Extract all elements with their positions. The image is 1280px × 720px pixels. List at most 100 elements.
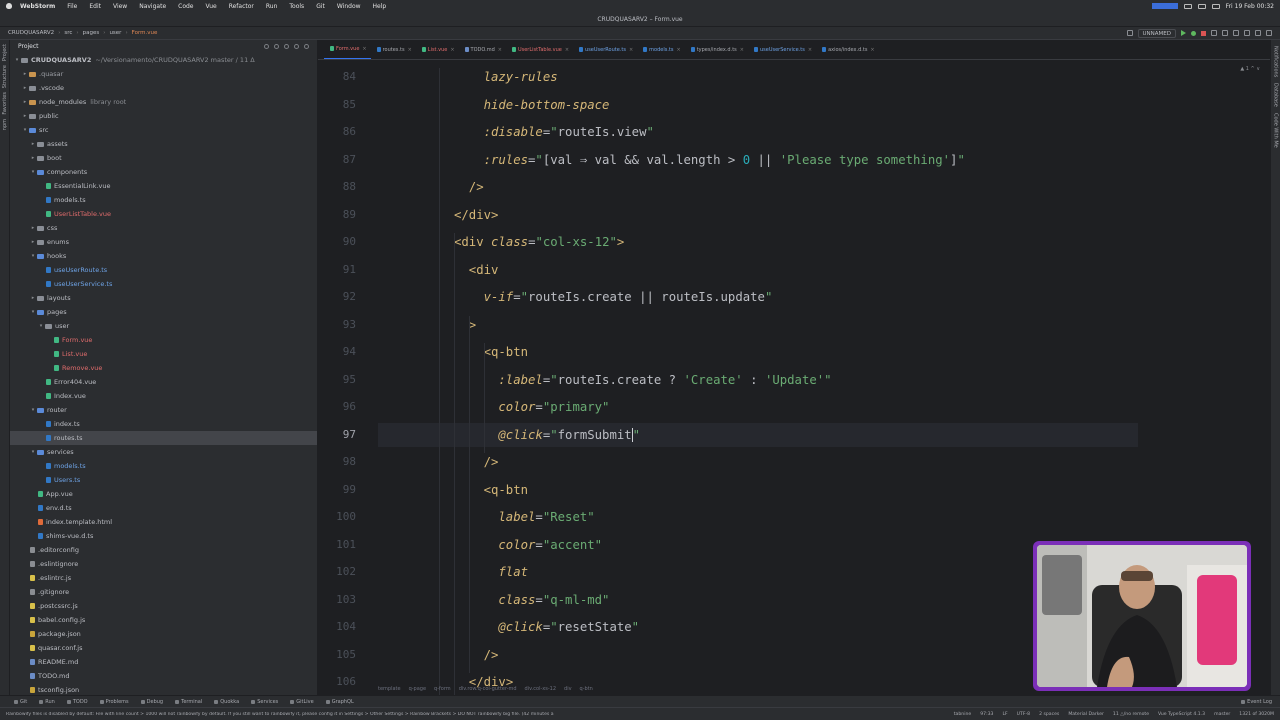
close-icon[interactable]: × <box>808 47 812 53</box>
editor-tab[interactable]: routes.ts × <box>371 40 416 59</box>
menu-edit[interactable]: Edit <box>89 3 101 10</box>
nav-crumb[interactable]: pages <box>83 30 100 36</box>
tree-file[interactable]: .postcssrc.js <box>10 599 317 613</box>
hide-panel-icon[interactable] <box>304 44 309 49</box>
code-line[interactable]: label="Reset" <box>498 508 594 526</box>
tree-file[interactable]: UserListTable.vue <box>10 207 317 221</box>
right-tool-tab[interactable]: Notifications <box>1273 46 1279 77</box>
left-tool-tab[interactable]: npm <box>2 119 8 130</box>
expand-all-icon[interactable] <box>274 44 279 49</box>
tree-file[interactable]: env.d.ts <box>10 501 317 515</box>
tree-folder[interactable]: ▾ services <box>10 445 317 459</box>
editor-breadcrumb-item[interactable]: q-page <box>409 686 426 692</box>
event-log-button[interactable]: Event Log <box>1241 699 1280 705</box>
collapse-all-icon[interactable] <box>284 44 289 49</box>
menu-navigate[interactable]: Navigate <box>139 3 166 10</box>
chevron-down-icon[interactable]: ▾ <box>30 165 36 179</box>
code-line[interactable]: <div <box>469 261 499 279</box>
tool-window-quokka[interactable]: Quokka <box>214 699 239 705</box>
code-line[interactable]: :rules="[val ⇒ val && val.length > 0 || … <box>484 151 965 169</box>
editor-tab[interactable]: useUserService.ts × <box>748 40 816 59</box>
chevron-right-icon[interactable]: ▸ <box>30 151 36 165</box>
wifi-icon[interactable] <box>1197 3 1206 9</box>
menu-window[interactable]: Window <box>337 3 361 10</box>
editor-tab[interactable]: models.ts × <box>637 40 685 59</box>
build-icon[interactable] <box>1126 30 1133 36</box>
code-line[interactable]: flat <box>498 563 528 581</box>
right-tool-tab[interactable]: Code With Me <box>1273 113 1279 148</box>
run-icon[interactable] <box>1181 30 1186 36</box>
search-everywhere-icon[interactable] <box>1255 30 1261 36</box>
tool-window-todo[interactable]: TODO <box>66 699 88 705</box>
tree-file[interactable]: TODO.md <box>10 669 317 683</box>
close-icon[interactable]: × <box>498 47 502 53</box>
code-line[interactable]: > <box>469 316 476 334</box>
close-icon[interactable]: × <box>677 47 681 53</box>
editor-breadcrumb-item[interactable]: q-btn <box>580 686 593 692</box>
editor-tab[interactable]: List.vue × <box>416 40 459 59</box>
menu-vue[interactable]: Vue <box>206 3 217 10</box>
tool-window-gitlive[interactable]: GitLive <box>290 699 314 705</box>
status-message[interactable]: Rainbowify files is disabled by default:… <box>6 712 554 717</box>
code-line[interactable]: :label="routeIs.create ? 'Create' : 'Upd… <box>498 371 831 389</box>
settings-icon[interactable] <box>1266 30 1272 36</box>
control-center-icon[interactable] <box>1211 3 1220 9</box>
tool-window-run[interactable]: Run <box>39 699 55 705</box>
editor-tab[interactable]: UserListTable.vue × <box>506 40 573 59</box>
code-line[interactable]: lazy-rules <box>484 68 558 86</box>
tool-window-graphql[interactable]: GraphQL <box>325 699 354 705</box>
tree-folder[interactable]: ▾ CRUDQUASARV2 ~/Versionamento/CRUDQUASARV… <box>10 53 317 67</box>
chevron-right-icon[interactable]: ▸ <box>30 221 36 235</box>
code-line[interactable]: <div class="col-xs-12"> <box>454 233 624 251</box>
git-push-icon[interactable] <box>1233 30 1239 36</box>
chevron-down-icon[interactable]: ▾ <box>30 249 36 263</box>
chevron-down-icon[interactable]: ▾ <box>14 53 20 67</box>
status-widget[interactable]: 97:33 <box>980 712 993 717</box>
chevron-down-icon[interactable]: ▾ <box>30 403 36 417</box>
status-widget[interactable]: LF <box>1002 712 1007 717</box>
editor-tab[interactable]: useUserRoute.ts × <box>573 40 637 59</box>
tree-file[interactable]: index.ts <box>10 417 317 431</box>
tree-folder[interactable]: ▸ enums <box>10 235 317 249</box>
status-widget[interactable]: UTF-8 <box>1017 712 1030 717</box>
tree-file[interactable]: useUserService.ts <box>10 277 317 291</box>
menu-file[interactable]: File <box>67 3 77 10</box>
editor-breadcrumb-item[interactable]: div <box>564 686 572 692</box>
tree-folder[interactable]: ▾ router <box>10 403 317 417</box>
menu-view[interactable]: View <box>113 3 127 10</box>
code-line[interactable]: class="q-ml-md" <box>498 591 609 609</box>
tree-folder[interactable]: ▾ components <box>10 165 317 179</box>
chevron-down-icon[interactable]: ▾ <box>30 305 36 319</box>
project-panel-title[interactable]: Project <box>18 43 39 50</box>
history-icon[interactable] <box>1244 30 1250 36</box>
editor-breadcrumb-item[interactable]: q-form <box>434 686 451 692</box>
code-line[interactable]: :disable="routeIs.view" <box>484 123 654 141</box>
menu-code[interactable]: Code <box>178 3 193 10</box>
chevron-right-icon[interactable]: ▸ <box>22 95 28 109</box>
battery-icon[interactable] <box>1183 3 1192 9</box>
editor-tab[interactable]: TODO.md × <box>459 40 506 59</box>
chevron-right-icon[interactable]: ▸ <box>22 81 28 95</box>
tree-file[interactable]: Index.vue <box>10 389 317 403</box>
tree-folder[interactable]: ▸ .quasar <box>10 67 317 81</box>
right-tool-tab[interactable]: Database <box>1273 83 1279 107</box>
status-widget[interactable]: Material Darker <box>1068 712 1104 717</box>
menu-run[interactable]: Run <box>266 3 278 10</box>
tree-file[interactable]: .gitignore <box>10 585 317 599</box>
menu-help[interactable]: Help <box>373 3 387 10</box>
editor-tab[interactable]: Form.vue × <box>324 40 371 59</box>
tree-folder[interactable]: ▸ boot <box>10 151 317 165</box>
left-tool-tab[interactable]: Project <box>2 44 8 61</box>
tree-file[interactable]: models.ts <box>10 459 317 473</box>
tree-file[interactable]: package.json <box>10 627 317 641</box>
close-icon[interactable]: × <box>450 47 454 53</box>
git-update-icon[interactable] <box>1211 30 1217 36</box>
chevron-right-icon[interactable]: ▸ <box>22 67 28 81</box>
tree-folder[interactable]: ▾ hooks <box>10 249 317 263</box>
inspection-widget[interactable]: ▲ 1 ^ ∨ <box>1240 66 1260 72</box>
nav-crumb[interactable]: src <box>64 30 72 36</box>
left-tool-tab[interactable]: Structure <box>2 65 8 88</box>
tree-file[interactable]: .eslintrc.js <box>10 571 317 585</box>
tree-folder[interactable]: ▸ assets <box>10 137 317 151</box>
tree-file[interactable]: shims-vue.d.ts <box>10 529 317 543</box>
